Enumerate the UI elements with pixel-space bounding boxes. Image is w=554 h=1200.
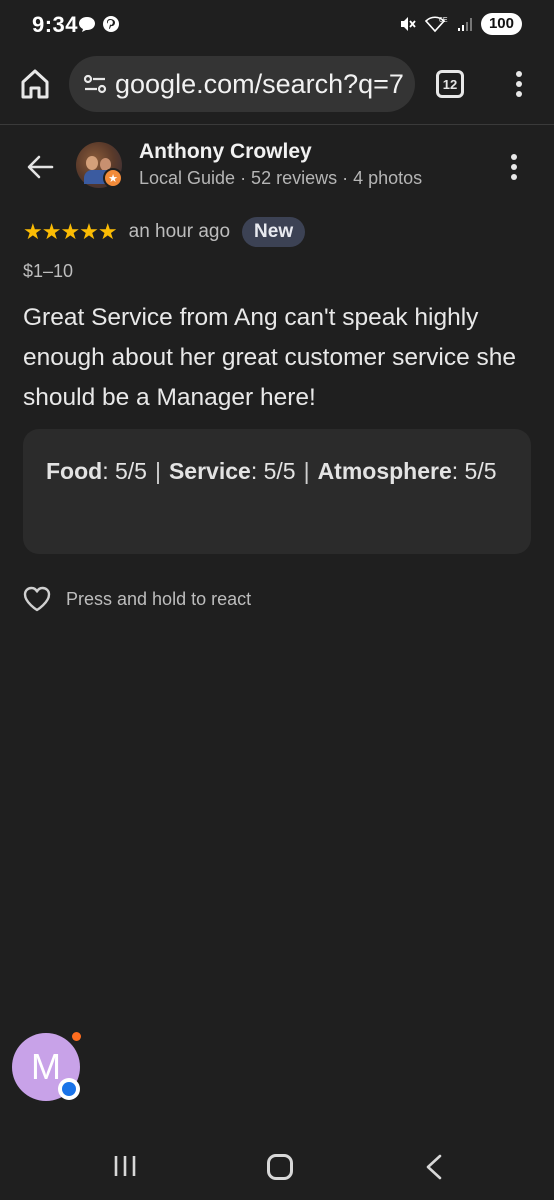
home-icon[interactable] xyxy=(20,68,50,100)
browser-toolbar: google.com/search?q=7 12 xyxy=(0,50,554,120)
toolbar-divider xyxy=(0,124,554,125)
review-time: an hour ago xyxy=(128,221,231,242)
status-time: 9:34 xyxy=(32,12,79,37)
url-bar[interactable]: google.com/search?q=7 xyxy=(69,56,415,112)
signal-icon xyxy=(457,18,472,31)
atmosphere-label: Atmosphere xyxy=(317,458,452,484)
food-value: : 5/5 xyxy=(102,458,147,484)
home-nav-icon[interactable] xyxy=(267,1154,293,1180)
battery-indicator: 100 xyxy=(480,13,522,35)
category-ratings: Food: 5/5 | Service: 5/5 | Atmosphere: 5/5 xyxy=(23,429,531,554)
review-header: ★ Anthony Crowley Local Guide · 52 revie… xyxy=(0,128,554,208)
pinterest-icon xyxy=(103,16,119,32)
review-text: Great Service from Ang can't speak highl… xyxy=(23,304,517,411)
url-text[interactable]: google.com/search?q=7 xyxy=(115,69,405,100)
food-label: Food xyxy=(46,458,103,484)
tab-switcher-button[interactable]: 12 xyxy=(436,70,464,98)
local-guide-star-icon: ★ xyxy=(103,168,123,188)
chat-bubble-icon xyxy=(79,17,95,32)
mute-icon xyxy=(400,17,416,31)
messenger-icon xyxy=(58,1078,80,1100)
rating-row: ★★★★★ an hour ago New xyxy=(23,214,306,250)
back-arrow-icon[interactable] xyxy=(25,152,55,182)
separator: | xyxy=(303,458,310,484)
react-button[interactable]: Press and hold to react xyxy=(22,584,251,614)
site-settings-icon[interactable] xyxy=(81,71,109,97)
system-nav-bar xyxy=(0,1130,554,1200)
star-rating: ★★★★★ xyxy=(23,219,118,244)
new-badge: New xyxy=(242,217,306,247)
service-value: : 5/5 xyxy=(250,458,296,484)
browser-menu-icon[interactable] xyxy=(510,68,528,100)
service-label: Service xyxy=(168,458,251,484)
price-range: $1–10 xyxy=(23,261,74,281)
separator: | xyxy=(154,458,161,484)
react-label: Press and hold to react xyxy=(66,588,252,609)
reviewer-name[interactable]: Anthony Crowley xyxy=(139,140,312,164)
svg-text:6E: 6E xyxy=(439,17,448,24)
status-bar: 9:34 6E 100 xyxy=(0,0,554,50)
notification-dot xyxy=(72,1032,81,1041)
more-options-icon[interactable] xyxy=(505,152,523,182)
reviewer-meta: Local Guide · 52 reviews · 4 photos xyxy=(139,168,423,188)
atmosphere-value: : 5/5 xyxy=(451,458,497,484)
back-nav-icon[interactable] xyxy=(424,1154,444,1180)
recents-icon[interactable] xyxy=(113,1155,137,1177)
wifi-6e-icon: 6E xyxy=(424,16,448,33)
heart-icon[interactable] xyxy=(22,584,52,614)
